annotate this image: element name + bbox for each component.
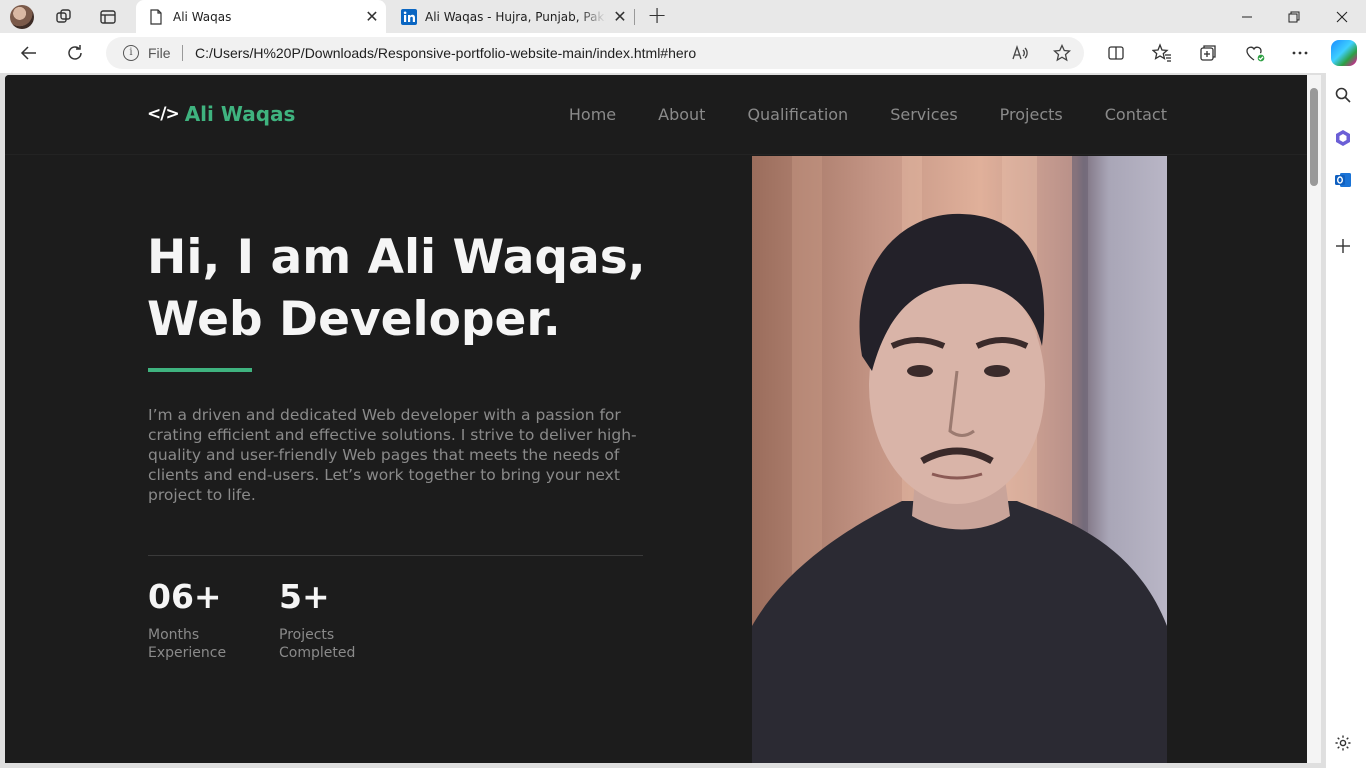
site-header: </> Ali Waqas Home About Qualification S…: [5, 75, 1321, 155]
back-button[interactable]: [17, 41, 41, 65]
close-tab-icon[interactable]: ✕: [606, 7, 634, 26]
page-icon: [149, 8, 163, 25]
logo-text: Ali Waqas: [184, 102, 296, 126]
add-sidebar-app-icon[interactable]: [1333, 236, 1353, 256]
url-text[interactable]: C:/Users/H%20P/Downloads/Responsive-port…: [195, 45, 696, 61]
scheme-label: File: [148, 45, 171, 61]
stat-value: 5+: [279, 577, 330, 616]
outlook-icon[interactable]: [1333, 170, 1353, 190]
restore-button[interactable]: [1271, 0, 1317, 33]
search-icon[interactable]: [1333, 85, 1353, 105]
split-screen-icon[interactable]: [1104, 41, 1128, 65]
tab-title: Ali Waqas - Hujra, Punjab, Pakistan: [425, 9, 606, 24]
profile-avatar[interactable]: [10, 5, 34, 29]
nav-projects[interactable]: Projects: [1000, 105, 1063, 124]
workspaces-icon[interactable]: [55, 8, 73, 26]
info-icon[interactable]: i: [123, 45, 139, 61]
copilot-icon[interactable]: [1331, 40, 1357, 66]
stat-label: Projects Completed: [279, 627, 356, 661]
close-tab-icon[interactable]: ✕: [358, 7, 386, 26]
vertical-tabs-icon[interactable]: [99, 8, 117, 26]
hero-title-line-1: Hi, I am Ali Waqas,: [147, 230, 646, 285]
code-icon: </>: [147, 104, 180, 124]
refresh-button[interactable]: [63, 41, 87, 65]
page-viewport: </> Ali Waqas Home About Qualification S…: [5, 75, 1321, 763]
stat-value: 06+: [148, 577, 222, 616]
tab-strip: Ali Waqas ✕ Ali Waqas - Hujra, Punjab, P…: [0, 0, 1366, 33]
address-separator: [182, 45, 183, 61]
browser-toolbar: i File C:/Users/H%20P/Downloads/Responsi…: [0, 33, 1366, 73]
tab-title: Ali Waqas: [173, 9, 232, 24]
collections-icon[interactable]: [1196, 41, 1220, 65]
read-aloud-icon[interactable]: [1010, 43, 1030, 63]
more-menu-icon[interactable]: [1288, 41, 1312, 65]
new-tab-button[interactable]: +: [644, 3, 670, 29]
nav-contact[interactable]: Contact: [1105, 105, 1167, 124]
hero-description: I’m a driven and dedicated Web developer…: [148, 406, 637, 504]
stat-label: Months Experience: [148, 627, 227, 661]
browser-essentials-icon[interactable]: [1243, 41, 1267, 65]
settings-gear-icon[interactable]: [1333, 733, 1353, 753]
stat-projects: 5+ Projects Completed: [279, 577, 379, 662]
hero-divider: [148, 555, 643, 556]
main-nav: Home About Qualification Services Projec…: [527, 105, 1167, 124]
hero-title-line-2: Web Developer.: [147, 292, 561, 347]
page-scrollbar-thumb[interactable]: [1310, 88, 1318, 186]
minimize-button[interactable]: [1224, 0, 1270, 33]
tab-ali-waqas[interactable]: Ali Waqas ✕: [136, 0, 386, 33]
hero-accent-bar: [148, 368, 252, 372]
m365-icon[interactable]: [1333, 128, 1353, 148]
profile-photo: [752, 156, 1167, 763]
tab-linkedin[interactable]: Ali Waqas - Hujra, Punjab, Pakistan ✕: [388, 0, 634, 33]
site-logo[interactable]: </> Ali Waqas: [147, 102, 295, 126]
favorite-star-icon[interactable]: [1052, 43, 1072, 63]
favorites-icon[interactable]: [1150, 41, 1174, 65]
linkedin-icon: [401, 8, 417, 25]
address-bar[interactable]: i File C:/Users/H%20P/Downloads/Responsi…: [106, 37, 1084, 69]
close-window-button[interactable]: [1319, 0, 1365, 33]
nav-home[interactable]: Home: [569, 105, 616, 124]
tab-separator: [634, 9, 635, 25]
hero-title: Hi, I am Ali Waqas, Web Developer.: [147, 227, 707, 351]
nav-services[interactable]: Services: [890, 105, 957, 124]
stat-experience: 06+ Months Experience: [148, 577, 248, 662]
nav-about[interactable]: About: [658, 105, 705, 124]
nav-qualification[interactable]: Qualification: [747, 105, 848, 124]
